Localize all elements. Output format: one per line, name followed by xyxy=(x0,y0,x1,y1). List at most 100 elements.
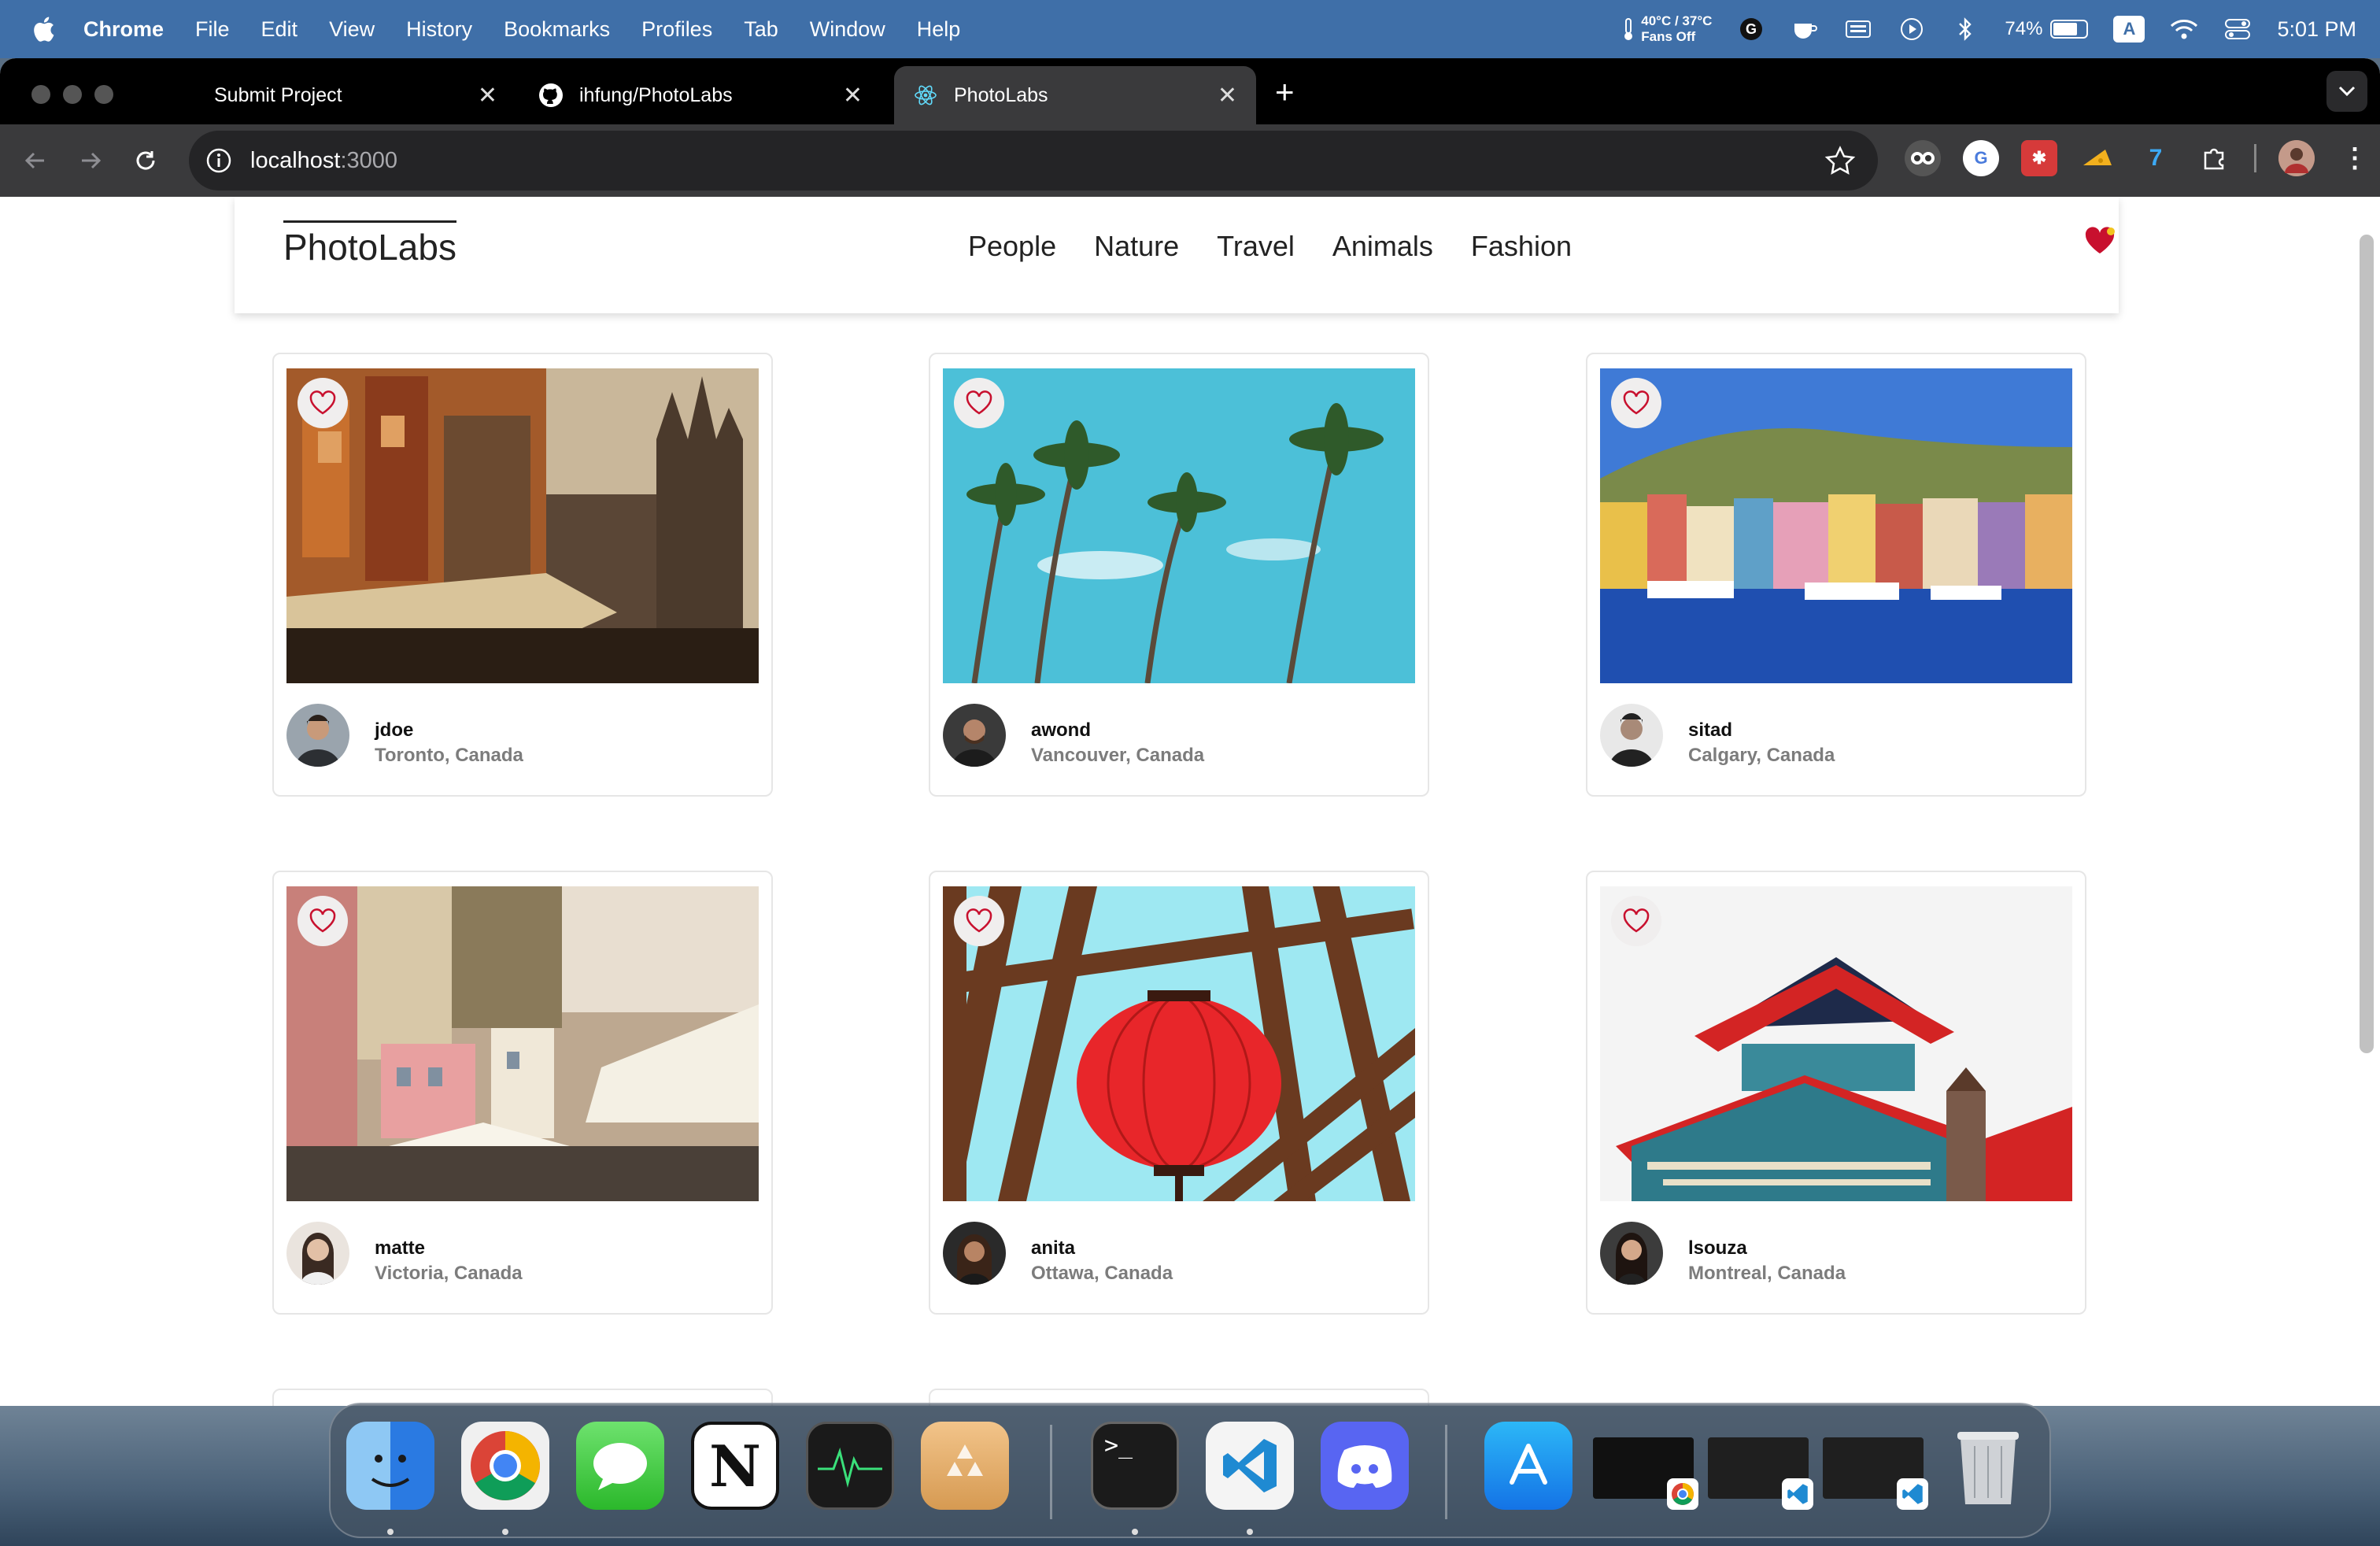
like-button[interactable] xyxy=(1611,378,1661,428)
translate-extension-icon[interactable]: G xyxy=(1963,140,1999,176)
battery-percentage: 74% xyxy=(2005,18,2043,39)
site-info-icon[interactable] xyxy=(205,146,233,175)
favorites-heart-icon[interactable] xyxy=(2084,227,2116,255)
wifi-icon[interactable] xyxy=(2170,15,2198,43)
forward-button[interactable] xyxy=(71,141,110,180)
keyboard-icon[interactable] xyxy=(1844,15,1872,43)
battery-status[interactable]: 74% xyxy=(2005,18,2089,40)
menu-profiles[interactable]: Profiles xyxy=(641,17,712,42)
input-source-badge[interactable]: A xyxy=(2113,16,2145,43)
topic-animals[interactable]: Animals xyxy=(1332,230,1433,263)
grammarly-icon[interactable]: G xyxy=(1737,15,1765,43)
extension-owl-icon[interactable] xyxy=(1905,140,1941,176)
tab-github-photolabs[interactable]: ihfung/PhotoLabs ✕ xyxy=(519,66,881,124)
menu-help[interactable]: Help xyxy=(917,17,961,42)
thermometer-icon xyxy=(1624,18,1633,40)
topic-people[interactable]: People xyxy=(968,230,1056,263)
photo-card[interactable]: anita Ottawa, Canada xyxy=(929,871,1429,1315)
play-circle-icon[interactable] xyxy=(1898,15,1926,43)
heart-outline-icon xyxy=(309,390,336,415)
like-button[interactable] xyxy=(954,378,1004,428)
zoom-window-button[interactable] xyxy=(94,85,113,104)
close-tab-icon[interactable]: ✕ xyxy=(1218,82,1237,109)
bluetooth-icon[interactable] xyxy=(1951,15,1979,43)
tab-title: PhotoLabs xyxy=(954,83,1048,106)
photo-image[interactable] xyxy=(1600,886,2072,1201)
photo-image[interactable] xyxy=(943,368,1415,683)
menu-tab[interactable]: Tab xyxy=(744,17,778,42)
arrow-right-icon xyxy=(82,152,102,169)
photo-location: Vancouver, Canada xyxy=(1031,745,1205,766)
photo-image[interactable] xyxy=(1600,368,2072,683)
photo-card[interactable]: awond Vancouver, Canada xyxy=(929,353,1429,797)
photo-image[interactable] xyxy=(286,886,759,1201)
terminal-icon[interactable]: >_ xyxy=(1091,1422,1179,1510)
like-button[interactable] xyxy=(1611,896,1661,946)
close-tab-icon[interactable]: ✕ xyxy=(478,82,497,109)
page-scrollbar[interactable] xyxy=(2360,235,2374,1053)
honey-extension-icon[interactable] xyxy=(2079,140,2116,176)
minimize-window-button[interactable] xyxy=(63,85,82,104)
app-store-icon[interactable] xyxy=(1484,1422,1572,1510)
photo-username: anita xyxy=(1031,1237,1076,1259)
minimized-vscode-window[interactable] xyxy=(1708,1437,1813,1510)
macos-menu-bar: Chrome File Edit View History Bookmarks … xyxy=(0,0,2380,58)
temperature-widget[interactable]: 40°C / 37°C Fans Off xyxy=(1622,13,1712,45)
control-center-icon[interactable] xyxy=(2223,15,2252,43)
bookmark-star-icon[interactable] xyxy=(1824,145,1856,176)
tab-photolabs[interactable]: PhotoLabs ✕ xyxy=(894,66,1256,124)
toolbar-separator xyxy=(2254,144,2256,172)
photo-card[interactable]: matte Victoria, Canada xyxy=(272,871,773,1315)
trash-icon[interactable] xyxy=(1944,1422,2032,1510)
chrome-icon[interactable] xyxy=(461,1422,549,1510)
finder-icon[interactable] xyxy=(346,1422,434,1510)
new-tab-button[interactable]: + xyxy=(1275,76,1295,109)
like-button[interactable] xyxy=(298,896,348,946)
close-tab-icon[interactable]: ✕ xyxy=(843,82,863,109)
vscode-icon[interactable] xyxy=(1206,1422,1294,1510)
back-button[interactable] xyxy=(16,141,55,180)
close-window-button[interactable] xyxy=(31,85,50,104)
extension-7-icon[interactable]: 7 xyxy=(2138,140,2174,176)
messages-icon[interactable] xyxy=(576,1422,664,1510)
menu-bookmarks[interactable]: Bookmarks xyxy=(504,17,610,42)
topic-travel[interactable]: Travel xyxy=(1217,230,1295,263)
photo-card[interactable]: sitad Calgary, Canada xyxy=(1586,353,2086,797)
menu-file[interactable]: File xyxy=(195,17,230,42)
profile-avatar[interactable] xyxy=(2278,140,2315,176)
vscode-icon xyxy=(1897,1478,1928,1510)
menu-app-name[interactable]: Chrome xyxy=(83,17,164,42)
photo-username: matte xyxy=(375,1237,426,1259)
archive-utility-icon[interactable] xyxy=(921,1422,1009,1510)
site-logo[interactable]: PhotoLabs xyxy=(283,220,456,268)
menu-view[interactable]: View xyxy=(329,17,375,42)
photo-card[interactable]: jdoe Toronto, Canada xyxy=(272,353,773,797)
extension-red-icon[interactable]: ✱ xyxy=(2021,140,2057,176)
tab-search-button[interactable] xyxy=(2326,71,2367,112)
menu-history[interactable]: History xyxy=(406,17,472,42)
reload-button[interactable] xyxy=(126,141,165,180)
menu-window[interactable]: Window xyxy=(810,17,885,42)
photo-image[interactable] xyxy=(286,368,759,683)
topic-nature[interactable]: Nature xyxy=(1094,230,1179,263)
menu-bar-clock[interactable]: 5:01 PM xyxy=(2277,17,2356,42)
tab-submit-project[interactable]: Submit Project ✕ xyxy=(154,66,516,124)
coffee-cup-icon[interactable] xyxy=(1791,15,1819,43)
minimized-chrome-window[interactable] xyxy=(1593,1437,1698,1510)
like-button[interactable] xyxy=(954,896,1004,946)
activity-monitor-icon[interactable] xyxy=(806,1422,894,1510)
chrome-menu-icon[interactable]: ⋮ xyxy=(2337,140,2373,176)
topic-fashion[interactable]: Fashion xyxy=(1471,230,1572,263)
minimized-vscode-window[interactable] xyxy=(1823,1437,1928,1510)
address-bar[interactable]: localhost:3000 xyxy=(189,131,1878,190)
notion-icon[interactable]: N xyxy=(691,1422,779,1510)
photo-card[interactable]: lsouza Montreal, Canada xyxy=(1586,871,2086,1315)
extensions-puzzle-icon[interactable] xyxy=(2196,140,2232,176)
react-icon xyxy=(913,83,938,108)
discord-icon[interactable] xyxy=(1321,1422,1409,1510)
url-text[interactable]: localhost:3000 xyxy=(250,148,397,174)
like-button[interactable] xyxy=(298,378,348,428)
photo-image[interactable] xyxy=(943,886,1415,1201)
apple-icon[interactable] xyxy=(31,16,55,43)
menu-edit[interactable]: Edit xyxy=(261,17,298,42)
